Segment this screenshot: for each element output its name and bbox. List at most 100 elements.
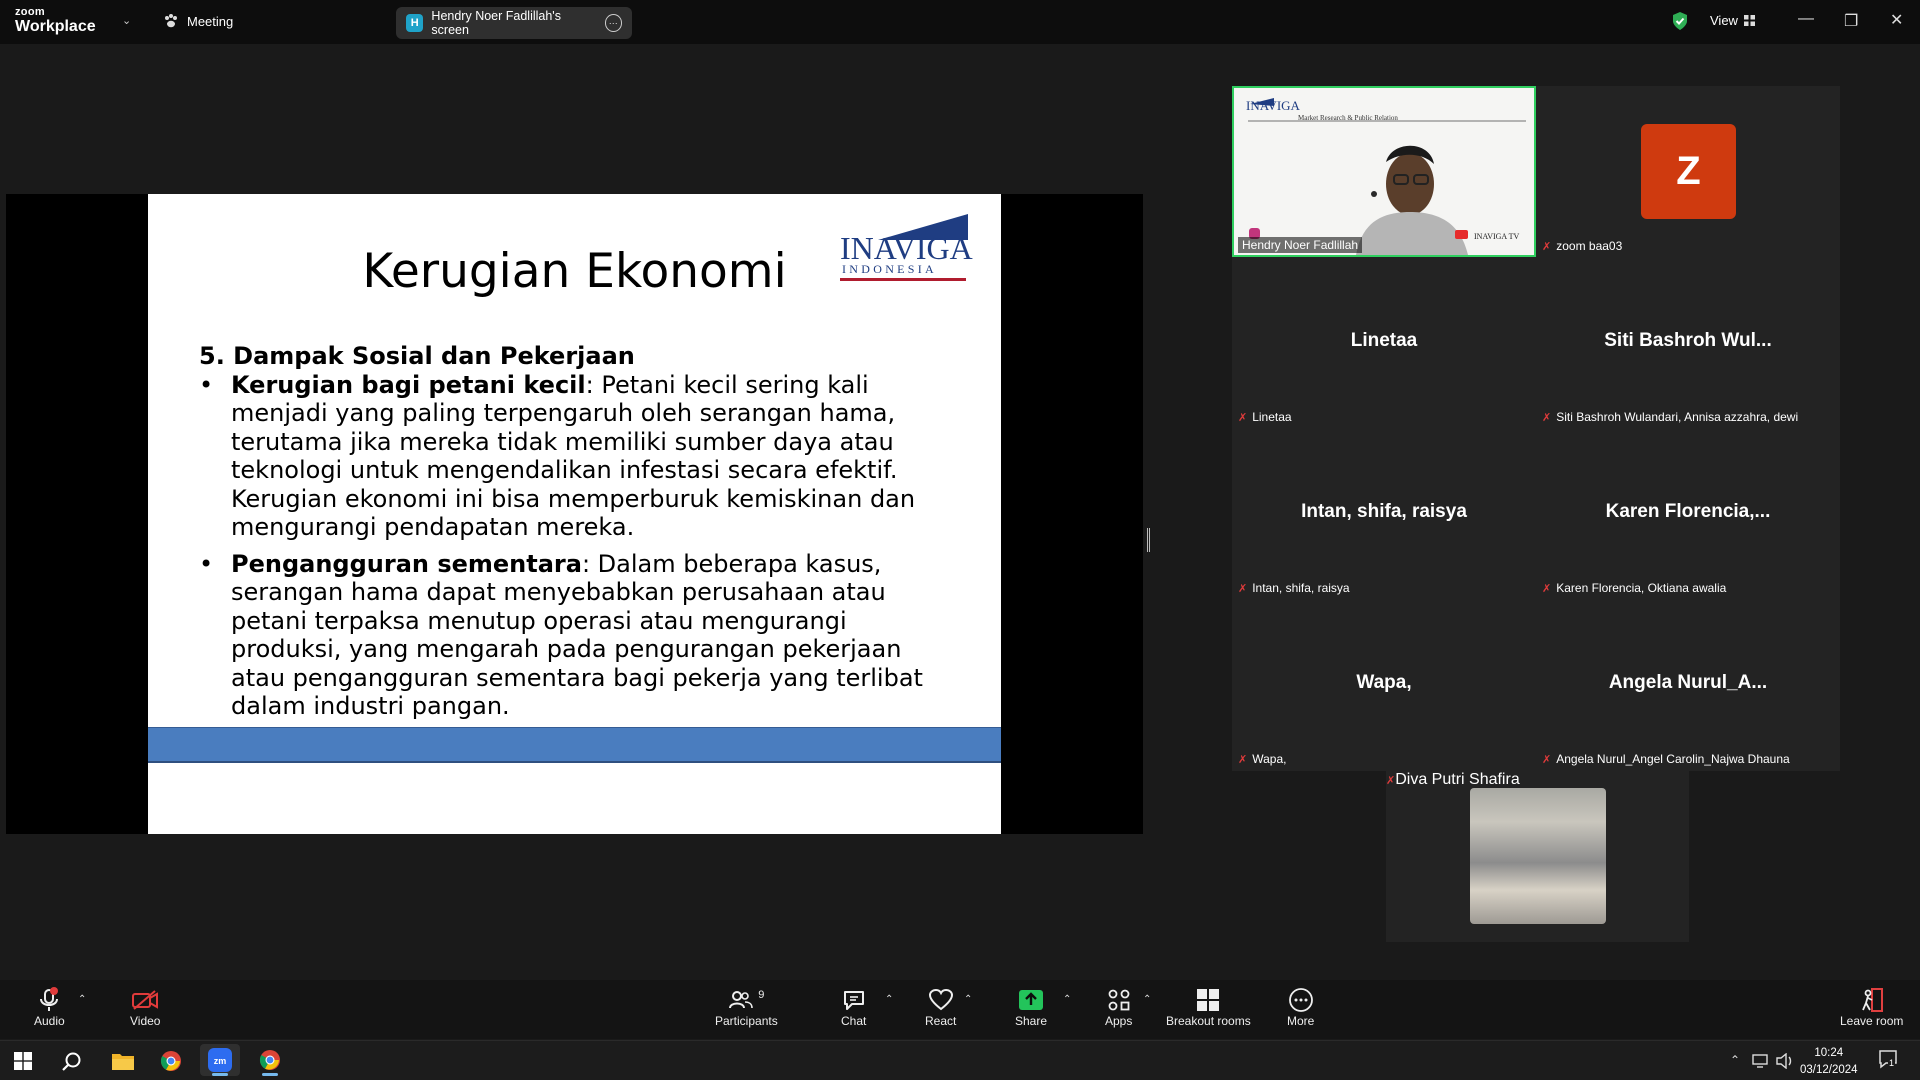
view-menu[interactable]: View bbox=[1710, 13, 1755, 28]
logo-top-text: zoom bbox=[15, 6, 45, 18]
participant-name-label: ✗ Linetaa bbox=[1238, 410, 1292, 424]
slide-body: 5. Dampak Sosial dan Pekerjaan • Kerugia… bbox=[199, 342, 959, 721]
mic-muted-icon: ✗ bbox=[1386, 775, 1396, 787]
volume-icon[interactable] bbox=[1776, 1053, 1794, 1069]
participant-display-name: Intan, shifa, raisya bbox=[1301, 501, 1467, 522]
bullet-dot: • bbox=[199, 549, 214, 578]
notifications-button[interactable]: 1 bbox=[1878, 1049, 1898, 1074]
more-label: More bbox=[1287, 1014, 1315, 1028]
more-options-icon[interactable]: ⋯ bbox=[604, 14, 622, 32]
video-off-icon bbox=[132, 990, 159, 1010]
security-shield-icon[interactable] bbox=[1671, 11, 1689, 31]
panel-resize-handle[interactable] bbox=[1147, 528, 1150, 552]
active-speaker-tile[interactable]: INAVIGA Market Research & Public Relatio… bbox=[1232, 86, 1536, 257]
breakout-rooms-icon bbox=[1197, 989, 1220, 1011]
minimize-icon[interactable]: — bbox=[1798, 10, 1814, 28]
participant-tile[interactable]: Karen Florencia,... ✗ Karen Florencia, Ok… bbox=[1536, 428, 1840, 599]
more-icon bbox=[1288, 988, 1313, 1012]
windows-taskbar: zm ⌃ 10:24 03/12/2024 1 bbox=[0, 1040, 1920, 1080]
slide-bullet: • Kerugian bagi petani kecil: Petani kec… bbox=[199, 371, 959, 542]
search-icon[interactable] bbox=[61, 1051, 83, 1073]
zoom-app-icon: zm bbox=[208, 1048, 232, 1072]
inaviga-logo: INAVIGA INDONESIA bbox=[840, 214, 973, 284]
participant-name: Wapa, bbox=[1252, 752, 1287, 766]
share-button[interactable]: Share bbox=[1015, 986, 1047, 1028]
participant-name-label: ✗ Siti Bashroh Wulandari, Annisa azzahra,… bbox=[1542, 410, 1798, 424]
participant-name: Intan, shifa, raisya bbox=[1252, 581, 1350, 595]
participant-tile[interactable]: Angela Nurul_A... ✗ Angela Nurul_Angel Ca… bbox=[1536, 599, 1840, 770]
participant-display-name: Wapa, bbox=[1356, 672, 1412, 693]
participant-tile[interactable]: Z ✗ zoom baa03 bbox=[1536, 86, 1840, 257]
participant-name: Hendry Noer Fadlillah bbox=[1242, 238, 1359, 252]
chat-options-caret-icon[interactable]: ⌃ bbox=[885, 994, 893, 1005]
meeting-menu[interactable]: Meeting bbox=[163, 13, 233, 29]
audio-label: Audio bbox=[34, 1014, 65, 1028]
logo-bottom-text: Workplace bbox=[15, 18, 96, 35]
close-icon[interactable]: ✕ bbox=[1890, 10, 1903, 30]
more-button[interactable]: More bbox=[1287, 986, 1314, 1028]
participant-name: Linetaa bbox=[1252, 410, 1292, 424]
avatar: Z bbox=[1641, 124, 1736, 219]
network-icon[interactable] bbox=[1752, 1054, 1770, 1068]
chevron-down-icon[interactable]: ⌄ bbox=[122, 14, 131, 27]
windows-start-icon[interactable] bbox=[14, 1052, 32, 1070]
share-options-caret-icon[interactable]: ⌃ bbox=[1063, 994, 1071, 1005]
audio-options-caret-icon[interactable]: ⌃ bbox=[78, 994, 86, 1005]
slide-bullet: • Pengangguran sementara: Dalam beberapa… bbox=[199, 550, 959, 721]
system-clock[interactable]: 10:24 03/12/2024 bbox=[1800, 1045, 1858, 1079]
meeting-paw-icon bbox=[165, 14, 177, 28]
breakout-rooms-button[interactable]: Breakout rooms bbox=[1166, 986, 1251, 1028]
participants-icon bbox=[729, 991, 754, 1009]
leave-room-button[interactable]: Leave room bbox=[1840, 986, 1903, 1028]
zoom-workplace-logo[interactable]: zoom Workplace bbox=[15, 7, 96, 35]
participant-name: Diva Putri Shafira bbox=[1395, 771, 1520, 788]
participant-name: Siti Bashroh Wulandari, Annisa azzahra, … bbox=[1556, 410, 1799, 424]
svg-text:zm: zm bbox=[214, 1056, 227, 1066]
react-button[interactable]: React bbox=[925, 986, 956, 1028]
breakout-rooms-label: Breakout rooms bbox=[1166, 1014, 1251, 1028]
participant-name: Angela Nurul_Angel Carolin_Najwa Dhauna bbox=[1556, 752, 1790, 766]
audio-button[interactable]: Audio bbox=[34, 986, 65, 1028]
react-options-caret-icon[interactable]: ⌃ bbox=[964, 994, 972, 1005]
meeting-toolbar: Audio ⌃ Video 9 Participants Chat ⌃ Reac… bbox=[0, 980, 1920, 1039]
video-label: Video bbox=[130, 1014, 161, 1028]
mic-muted-icon: ✗ bbox=[1542, 240, 1552, 253]
participant-tile[interactable]: Siti Bashroh Wul... ✗ Siti Bashroh Wuland… bbox=[1536, 257, 1840, 428]
react-label: React bbox=[925, 1014, 957, 1028]
slide-footer-band bbox=[148, 727, 1001, 763]
shared-screen-label: Hendry Noer Fadlillah's screen bbox=[431, 9, 561, 37]
self-video-feed bbox=[1470, 788, 1606, 924]
chat-icon bbox=[843, 991, 864, 1010]
participant-name-label: ✗ Karen Florencia, Oktiana awalia bbox=[1542, 581, 1726, 595]
participants-button[interactable]: 9 Participants bbox=[715, 986, 778, 1028]
heart-icon bbox=[928, 988, 953, 1011]
tray-overflow-chevron-icon[interactable]: ⌃ bbox=[1730, 1053, 1740, 1067]
zoom-taskbar-button[interactable]: zm bbox=[200, 1044, 240, 1076]
speaker-header-tagline: Market Research & Public Relation bbox=[1298, 114, 1398, 122]
mic-muted-icon: ✗ bbox=[1542, 411, 1552, 424]
title-bar: zoom Workplace ⌄ Meeting H Hendry Noer F… bbox=[0, 0, 1920, 44]
chrome-icon[interactable] bbox=[160, 1050, 182, 1072]
participant-name-label: ✗ Intan, shifa, raisya bbox=[1238, 581, 1350, 595]
meeting-label: Meeting bbox=[187, 13, 234, 29]
participant-name: Karen Florencia, Oktiana awalia bbox=[1556, 581, 1727, 595]
participant-name-label: Hendry Noer Fadlillah bbox=[1238, 237, 1363, 253]
file-explorer-icon[interactable] bbox=[111, 1051, 135, 1071]
apps-options-caret-icon[interactable]: ⌃ bbox=[1143, 994, 1151, 1005]
participant-tile[interactable]: Linetaa ✗ Linetaa bbox=[1232, 257, 1536, 428]
share-screen-icon bbox=[1019, 990, 1044, 1010]
participant-tile[interactable]: Intan, shifa, raisya ✗ Intan, shifa, rais… bbox=[1232, 428, 1536, 599]
participant-tile[interactable]: Wapa, ✗ Wapa, bbox=[1232, 599, 1536, 770]
chrome-icon bbox=[259, 1050, 280, 1070]
restore-icon[interactable]: ❐ bbox=[1844, 11, 1858, 31]
chat-label: Chat bbox=[841, 1014, 867, 1028]
video-button[interactable]: Video bbox=[130, 986, 160, 1028]
self-view-tile[interactable]: ✗Diva Putri Shafira bbox=[1386, 771, 1689, 942]
chrome-window-taskbar-button[interactable] bbox=[250, 1044, 290, 1076]
chat-button[interactable]: Chat bbox=[841, 986, 866, 1028]
apps-button[interactable]: Apps bbox=[1105, 986, 1132, 1028]
mic-muted-icon: ✗ bbox=[1238, 582, 1248, 595]
shared-screen-tab[interactable]: H Hendry Noer Fadlillah's screen ⋯ bbox=[396, 7, 632, 39]
leave-door-icon bbox=[1861, 988, 1883, 1012]
participant-name-label: ✗ Wapa, bbox=[1238, 752, 1286, 766]
